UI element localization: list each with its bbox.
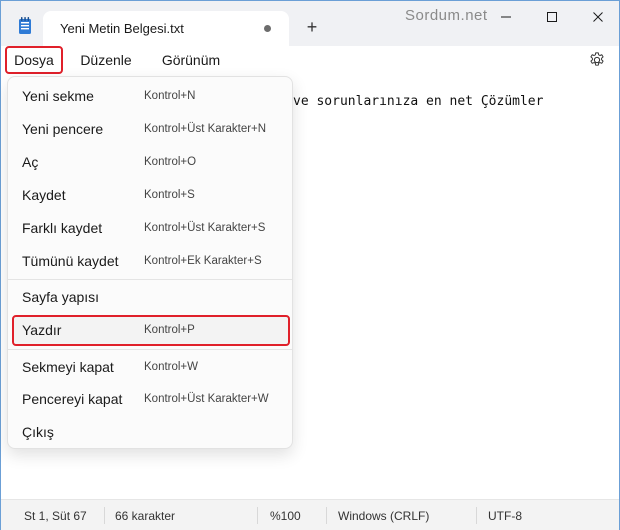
menu-item-cikis[interactable]: Çıkış bbox=[12, 417, 290, 448]
notepad-icon bbox=[19, 17, 31, 34]
menu-item-shortcut: Kontrol+W bbox=[144, 361, 199, 373]
menu-item-shortcut: Kontrol+N bbox=[144, 90, 196, 102]
cursor-position: St 1, Süt 67 bbox=[24, 509, 87, 523]
menu-item-shortcut: Kontrol+Üst Karakter+S bbox=[144, 222, 266, 234]
maximize-icon bbox=[547, 12, 557, 22]
encoding[interactable]: UTF-8 bbox=[488, 509, 522, 523]
menu-item-label: Aç bbox=[22, 154, 39, 170]
status-divider bbox=[104, 507, 105, 524]
editor-content: ve sorunlarınıza en net Çözümler bbox=[293, 94, 544, 109]
menu-item-yeni-sekme[interactable]: Yeni sekme Kontrol+N bbox=[12, 81, 290, 112]
menu-item-label: Kaydet bbox=[22, 187, 66, 203]
menu-item-shortcut: Kontrol+Ek Karakter+S bbox=[144, 255, 262, 267]
menu-item-label: Sekmeyi kapat bbox=[22, 359, 114, 375]
menu-dosya[interactable]: Dosya bbox=[5, 46, 63, 74]
character-count: 66 karakter bbox=[115, 509, 176, 523]
menu-item-yeni-pencere[interactable]: Yeni pencere Kontrol+Üst Karakter+N bbox=[12, 114, 290, 145]
menu-item-sayfa-yapisi[interactable]: Sayfa yapısı bbox=[12, 282, 290, 313]
menu-gorunum[interactable]: Görünüm bbox=[153, 46, 229, 74]
menu-item-label: Çıkış bbox=[22, 424, 54, 440]
gear-icon[interactable] bbox=[588, 51, 606, 69]
zoom-level[interactable]: %100 bbox=[270, 509, 301, 523]
minimize-button[interactable] bbox=[483, 1, 529, 33]
menu-item-tumunu-kaydet[interactable]: Tümünü kaydet Kontrol+Ek Karakter+S bbox=[12, 246, 290, 277]
menu-item-label: Yeni pencere bbox=[22, 121, 104, 137]
menu-item-yazdir[interactable]: Yazdır Kontrol+P bbox=[12, 315, 290, 346]
menu-item-label: Tümünü kaydet bbox=[22, 253, 119, 269]
menu-item-label: Sayfa yapısı bbox=[22, 289, 100, 305]
menu-item-label: Yazdır bbox=[22, 322, 62, 338]
status-divider bbox=[326, 507, 327, 524]
menu-duzenle[interactable]: Düzenle bbox=[73, 46, 139, 74]
menu-item-farkli-kaydet[interactable]: Farklı kaydet Kontrol+Üst Karakter+S bbox=[12, 213, 290, 244]
menu-item-label: Yeni sekme bbox=[22, 88, 94, 104]
menu-item-pencereyi-kapat[interactable]: Pencereyi kapat Kontrol+Üst Karakter+W bbox=[12, 384, 290, 415]
close-icon bbox=[593, 12, 603, 22]
menu-item-shortcut: Kontrol+S bbox=[144, 189, 195, 201]
line-ending[interactable]: Windows (CRLF) bbox=[338, 509, 429, 523]
menu-separator bbox=[8, 279, 292, 280]
status-divider bbox=[476, 507, 477, 524]
menu-item-shortcut: Kontrol+P bbox=[144, 324, 195, 336]
file-menu-dropdown: Yeni sekme Kontrol+N Yeni pencere Kontro… bbox=[7, 76, 293, 449]
menu-item-ac[interactable]: Aç Kontrol+O bbox=[12, 147, 290, 178]
new-tab-button[interactable]: + bbox=[300, 15, 324, 39]
menu-item-label: Farklı kaydet bbox=[22, 220, 103, 236]
document-tab[interactable]: Yeni Metin Belgesi.txt bbox=[43, 11, 289, 46]
watermark: Sordum.net bbox=[405, 7, 488, 24]
unsaved-dot-icon[interactable] bbox=[264, 25, 271, 32]
menu-item-kaydet[interactable]: Kaydet Kontrol+S bbox=[12, 180, 290, 211]
menu-separator bbox=[8, 349, 292, 350]
menu-item-sekmeyi-kapat[interactable]: Sekmeyi kapat Kontrol+W bbox=[12, 352, 290, 383]
notepad-window: Yeni Metin Belgesi.txt + Sordum.net Dosy… bbox=[0, 0, 620, 530]
maximize-button[interactable] bbox=[529, 1, 575, 33]
menu-item-shortcut: Kontrol+Üst Karakter+N bbox=[144, 123, 267, 135]
menu-item-label: Pencereyi kapat bbox=[22, 391, 123, 407]
tab-title: Yeni Metin Belgesi.txt bbox=[60, 21, 184, 36]
status-bar: St 1, Süt 67 66 karakter %100 Windows (C… bbox=[1, 499, 619, 530]
menu-item-shortcut: Kontrol+O bbox=[144, 156, 197, 168]
status-divider bbox=[257, 507, 258, 524]
minimize-icon bbox=[501, 16, 511, 18]
close-button[interactable] bbox=[575, 1, 620, 33]
menu-bar: Dosya Düzenle Görünüm bbox=[1, 46, 619, 76]
title-bar: Yeni Metin Belgesi.txt + Sordum.net bbox=[1, 1, 619, 46]
menu-item-shortcut: Kontrol+Üst Karakter+W bbox=[144, 393, 269, 405]
